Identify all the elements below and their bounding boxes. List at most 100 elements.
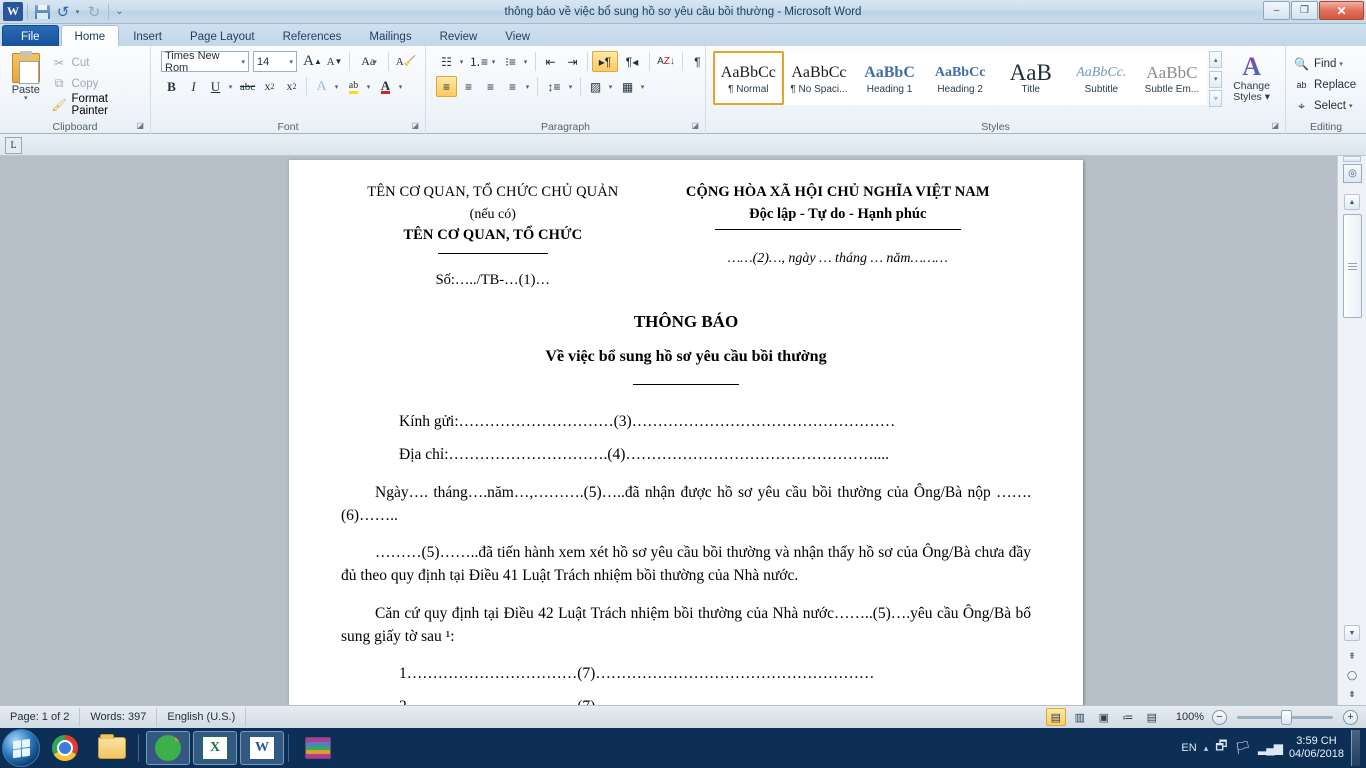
rtl-text-direction-button[interactable]: ¶◂ [619, 51, 645, 72]
numbering-button[interactable]: ⒈≡ [468, 51, 489, 72]
style-subtitle[interactable]: AaBbCc. Subtitle [1066, 51, 1137, 105]
tab-insert[interactable]: Insert [119, 25, 176, 47]
chevron-down-icon[interactable]: ▾ [367, 83, 371, 91]
close-button[interactable]: ✕ [1319, 1, 1364, 20]
chevron-down-icon[interactable]: ▾ [641, 83, 645, 91]
start-button[interactable] [2, 729, 40, 767]
justify-button[interactable]: ≡ [502, 76, 523, 97]
shading-button[interactable]: ▨ [585, 76, 606, 97]
grow-font-button[interactable]: A▲ [302, 51, 323, 72]
tab-references[interactable]: References [269, 25, 356, 47]
save-button[interactable] [32, 2, 52, 22]
strikethrough-button[interactable]: abc [237, 76, 258, 97]
chevron-down-icon[interactable]: ▾ [1349, 102, 1353, 110]
font-size-combobox[interactable]: 14 ▾ [253, 51, 297, 72]
tab-page-layout[interactable]: Page Layout [176, 25, 269, 47]
align-center-button[interactable]: ≡ [458, 76, 479, 97]
format-painter-button[interactable]: 🖌 Format Painter [48, 95, 146, 114]
replace-button[interactable]: ab Replace [1290, 75, 1360, 95]
borders-button[interactable]: ▦ [617, 76, 638, 97]
next-page-button[interactable]: ⇟ [1344, 686, 1360, 703]
view-print-layout-button[interactable]: ▤ [1046, 708, 1066, 726]
minimize-button[interactable]: – [1263, 1, 1290, 20]
taskbar-item-file-explorer[interactable] [90, 731, 134, 765]
document-page[interactable]: TÊN CƠ QUAN, TỔ CHỨC CHỦ QUẢN (nếu có) T… [289, 160, 1083, 705]
undo-dropdown[interactable]: ▾ [74, 2, 83, 22]
show-desktop-button[interactable] [1351, 730, 1360, 766]
select-browse-object-button[interactable]: ◎ [1343, 164, 1362, 183]
sort-button[interactable]: AZ↓ [654, 51, 678, 72]
undo-button[interactable]: ↺ [53, 2, 73, 22]
taskbar-item-winrar[interactable] [296, 731, 340, 765]
copy-button[interactable]: ⧉ Copy [48, 74, 146, 93]
clipboard-dialog-launcher[interactable]: ◪ [136, 119, 144, 133]
style-heading-2[interactable]: AaBbCc Heading 2 [925, 51, 996, 105]
select-button[interactable]: ⌖ Select ▾ [1290, 96, 1360, 116]
styles-dialog-launcher[interactable]: ◪ [1271, 119, 1279, 133]
status-page-indicator[interactable]: Page: 1 of 2 [0, 708, 80, 726]
zoom-in-button[interactable]: + [1343, 710, 1358, 725]
text-highlight-button[interactable]: ab [343, 76, 364, 97]
paragraph-dialog-launcher[interactable]: ◪ [691, 119, 699, 133]
status-language[interactable]: English (U.S.) [157, 708, 246, 726]
chevron-down-icon[interactable]: ▾ [460, 58, 464, 66]
text-effects-button[interactable]: A [311, 76, 332, 97]
change-case-button[interactable]: Aa▾ [354, 51, 384, 72]
tab-stop-selector[interactable]: L [5, 137, 22, 154]
zoom-level-label[interactable]: 100% [1176, 711, 1204, 723]
cut-button[interactable]: ✂ Cut [48, 53, 146, 72]
view-web-layout-button[interactable]: ▣ [1094, 708, 1114, 726]
change-styles-button[interactable]: A Change Styles ▾ [1222, 51, 1281, 103]
style-subtle-emphasis[interactable]: AaBbC Subtle Em... [1137, 51, 1208, 105]
bullets-button[interactable]: ☷ [436, 51, 457, 72]
tab-home[interactable]: Home [61, 25, 120, 47]
multilevel-list-button[interactable]: ⁝≡ [500, 51, 521, 72]
style-heading-1[interactable]: AaBbC Heading 1 [854, 51, 925, 105]
chevron-down-icon[interactable]: ▾ [335, 83, 339, 91]
taskbar-item-chrome[interactable] [43, 731, 87, 765]
action-center-icon[interactable]: 🗗 [1215, 737, 1227, 759]
tray-show-hidden-icon[interactable]: ▴ [1204, 743, 1209, 754]
view-draft-button[interactable]: ▤ [1142, 708, 1162, 726]
font-name-combobox[interactable]: Times New Rom ▾ [161, 51, 249, 72]
find-button[interactable]: 🔍 Find ▾ [1290, 54, 1360, 74]
vertical-scrollbar[interactable]: ◎ ▲ ▼ ⇞ ◯ ⇟ [1337, 156, 1366, 705]
paste-button[interactable]: Paste ▾ [4, 51, 48, 102]
chevron-down-icon[interactable]: ▾ [229, 83, 233, 91]
previous-page-button[interactable]: ⇞ [1344, 648, 1360, 665]
zoom-out-button[interactable]: − [1212, 710, 1227, 725]
taskbar-item-word[interactable]: W [240, 731, 284, 765]
chevron-down-icon[interactable]: ▾ [1339, 60, 1343, 68]
tab-review[interactable]: Review [426, 25, 492, 47]
align-right-button[interactable]: ≡ [480, 76, 501, 97]
subscript-button[interactable]: x2 [259, 76, 280, 97]
word-app-icon[interactable]: W [3, 2, 23, 21]
chevron-down-icon[interactable]: ▾ [524, 58, 528, 66]
volume-icon[interactable]: ▂▄▆ [1258, 741, 1282, 755]
clear-formatting-button[interactable]: A🧹 [393, 51, 419, 72]
tray-clock[interactable]: 3:59 CH 04/06/2018 [1289, 735, 1344, 761]
ruler[interactable]: L [0, 134, 1366, 156]
view-outline-button[interactable]: ≔ [1118, 708, 1138, 726]
tab-file[interactable]: File [2, 25, 59, 47]
italic-button[interactable]: I [183, 76, 204, 97]
redo-button[interactable]: ↻ [84, 2, 104, 22]
tab-mailings[interactable]: Mailings [355, 25, 425, 47]
shrink-font-button[interactable]: A▼ [324, 51, 345, 72]
scroll-up-button[interactable]: ▲ [1344, 194, 1360, 210]
split-window-handle[interactable] [1343, 156, 1361, 162]
underline-button[interactable]: U [205, 76, 226, 97]
document-canvas[interactable]: TÊN CƠ QUAN, TỔ CHỨC CHỦ QUẢN (nếu có) T… [0, 156, 1337, 705]
ltr-text-direction-button[interactable]: ▸¶ [592, 51, 618, 72]
chevron-down-icon[interactable]: ▾ [399, 83, 403, 91]
chevron-down-icon[interactable]: ▾ [526, 83, 530, 91]
bold-button[interactable]: B [161, 76, 182, 97]
network-icon[interactable]: 🏳 [1234, 740, 1251, 756]
styles-scroll-down-button[interactable]: ▾ [1209, 71, 1222, 88]
chevron-down-icon[interactable]: ▾ [609, 83, 613, 91]
increase-indent-button[interactable]: ⇥ [562, 51, 583, 72]
superscript-button[interactable]: x2 [281, 76, 302, 97]
chevron-down-icon[interactable]: ▾ [24, 96, 28, 102]
chevron-down-icon[interactable]: ▾ [492, 58, 496, 66]
maximize-button[interactable]: ❐ [1291, 1, 1318, 20]
